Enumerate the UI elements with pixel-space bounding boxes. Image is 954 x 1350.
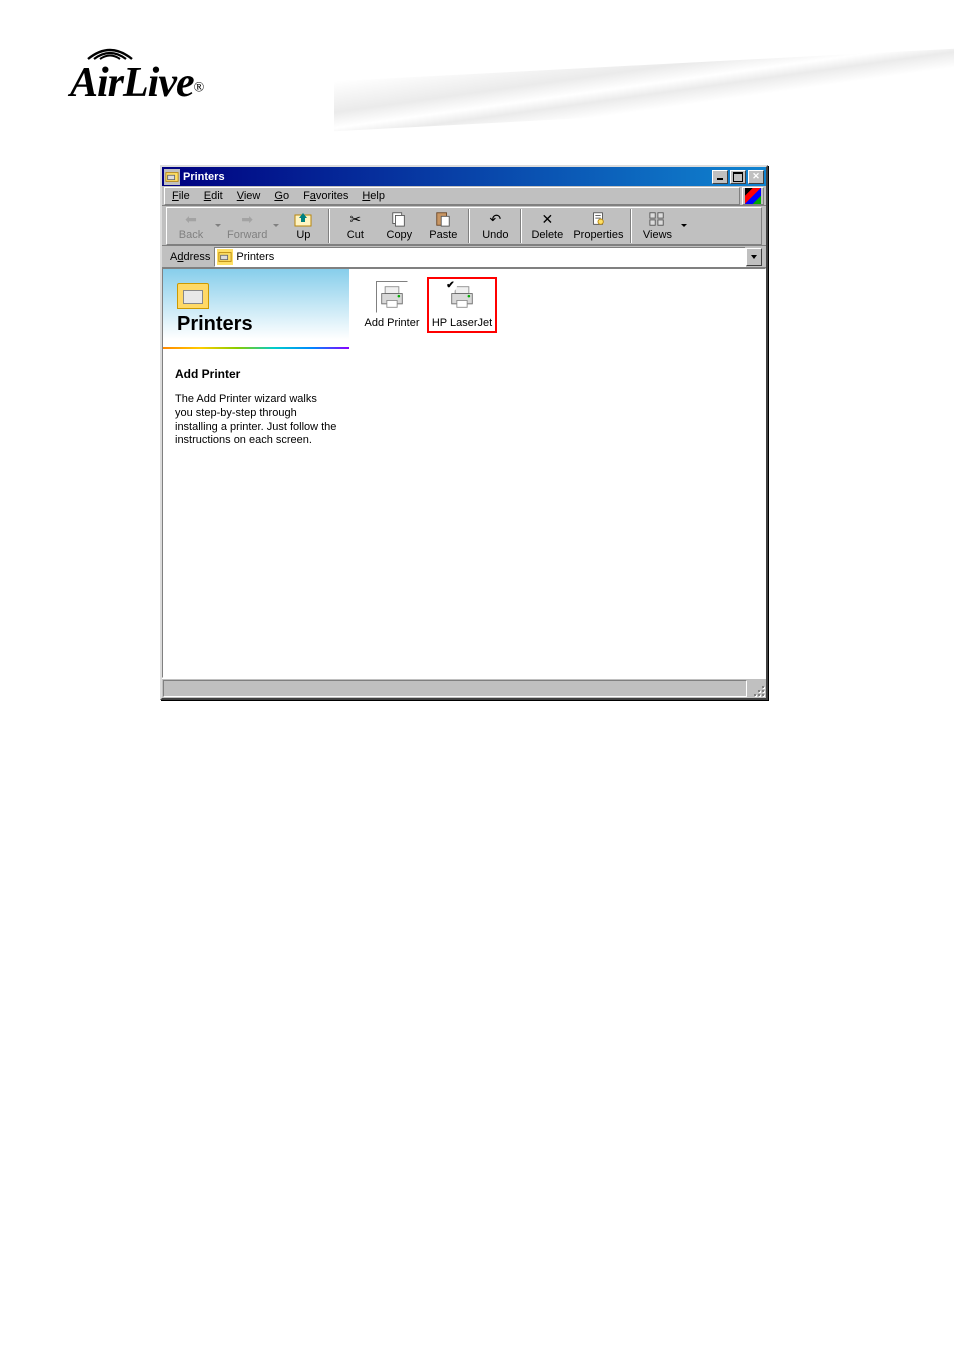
icon-view[interactable]: Add Printer ✔ HP LaserJet: [349, 269, 765, 677]
item-label: Add Printer: [364, 317, 419, 329]
undo-button[interactable]: ↶ Undo: [473, 208, 517, 244]
printers-folder-icon: [177, 283, 209, 309]
properties-button[interactable]: Properties: [569, 208, 627, 244]
up-button[interactable]: Up: [281, 208, 325, 244]
forward-button[interactable]: ➡ Forward: [223, 208, 271, 244]
toolbar-separator: [328, 209, 330, 243]
logo-registered: ®: [194, 80, 205, 95]
document-header: AirLive®: [0, 0, 954, 120]
add-printer-icon: [376, 281, 408, 313]
properties-icon: [588, 210, 608, 228]
address-label: Address: [166, 251, 214, 263]
views-icon: [647, 210, 667, 228]
menu-file[interactable]: File: [165, 188, 197, 204]
menu-view-label: iew: [244, 190, 261, 202]
item-label: HP LaserJet: [432, 317, 492, 329]
window-title: Printers: [183, 171, 710, 183]
copy-icon: [389, 210, 409, 228]
delete-x-icon: ✕: [537, 210, 557, 228]
paste-button[interactable]: Paste: [421, 208, 465, 244]
addressbar: Address Printers: [162, 246, 766, 268]
header-band-graphic: [334, 49, 954, 131]
printer-icon: ✔: [446, 281, 478, 313]
toolbar-separator: [630, 209, 632, 243]
toolbar-separator: [520, 209, 522, 243]
throbber-icon: [742, 187, 764, 205]
menubar: File Edit View Go Favorites Help: [162, 186, 766, 206]
default-checkmark-icon: ✔: [444, 279, 457, 292]
menu-edit-label: dit: [211, 190, 223, 202]
logo-signal-icon: [80, 35, 140, 63]
back-dropdown[interactable]: [213, 208, 223, 244]
address-value: Printers: [236, 251, 274, 263]
address-printers-icon: [217, 249, 233, 265]
menu-file-label: ile: [179, 190, 190, 202]
folder-up-icon: [293, 210, 313, 228]
titlebar[interactable]: Printers ✕: [162, 167, 766, 186]
copy-button[interactable]: Copy: [377, 208, 421, 244]
menu-view[interactable]: View: [230, 188, 268, 204]
minimize-button[interactable]: [712, 170, 728, 184]
maximize-button[interactable]: [730, 170, 746, 184]
views-dropdown[interactable]: [679, 208, 689, 244]
menu-go-label: o: [283, 190, 289, 202]
sidebar-title: Printers: [177, 313, 335, 336]
scissors-icon: ✂: [345, 210, 365, 228]
back-arrow-icon: ⬅: [181, 210, 201, 228]
menu-fav-label: vorites: [316, 190, 348, 202]
forward-arrow-icon: ➡: [237, 210, 257, 228]
toolbar: ⬅ Back ➡ Forward Up ✂ Cut: [162, 206, 766, 246]
rainbow-divider: [163, 347, 349, 349]
statusbar: [162, 678, 766, 698]
logo-text: AirLive: [70, 60, 194, 106]
views-button[interactable]: Views: [635, 208, 679, 244]
sidebar-description: The Add Printer wizard walks you step-by…: [175, 393, 337, 448]
paste-icon: [433, 210, 453, 228]
add-printer-item[interactable]: Add Printer: [357, 277, 427, 333]
hp-laserjet-item[interactable]: ✔ HP LaserJet: [427, 277, 497, 333]
titlebar-printers-icon: [164, 169, 180, 185]
statusbar-pane: [163, 680, 747, 697]
menu-favorites[interactable]: Favorites: [296, 188, 355, 204]
toolbar-separator: [468, 209, 470, 243]
menu-edit[interactable]: Edit: [197, 188, 230, 204]
sidebar: Printers Add Printer The Add Printer wiz…: [163, 269, 349, 677]
menu-go[interactable]: Go: [267, 188, 296, 204]
airlive-logo: AirLive®: [70, 35, 204, 107]
cut-button[interactable]: ✂ Cut: [333, 208, 377, 244]
address-field[interactable]: Printers: [214, 247, 746, 267]
undo-icon: ↶: [485, 210, 505, 228]
forward-dropdown[interactable]: [271, 208, 281, 244]
back-button[interactable]: ⬅ Back: [169, 208, 213, 244]
delete-button[interactable]: ✕ Delete: [525, 208, 569, 244]
printers-window: Printers ✕ File Edit View Go Favorites H…: [160, 165, 768, 700]
resize-grip[interactable]: [748, 680, 766, 698]
menu-help[interactable]: Help: [355, 188, 392, 204]
content-area: Printers Add Printer The Add Printer wiz…: [162, 268, 766, 678]
menu-help-label: elp: [370, 190, 385, 202]
close-button[interactable]: ✕: [748, 170, 764, 184]
address-dropdown[interactable]: [746, 248, 762, 266]
sidebar-heading: Add Printer: [175, 367, 337, 381]
